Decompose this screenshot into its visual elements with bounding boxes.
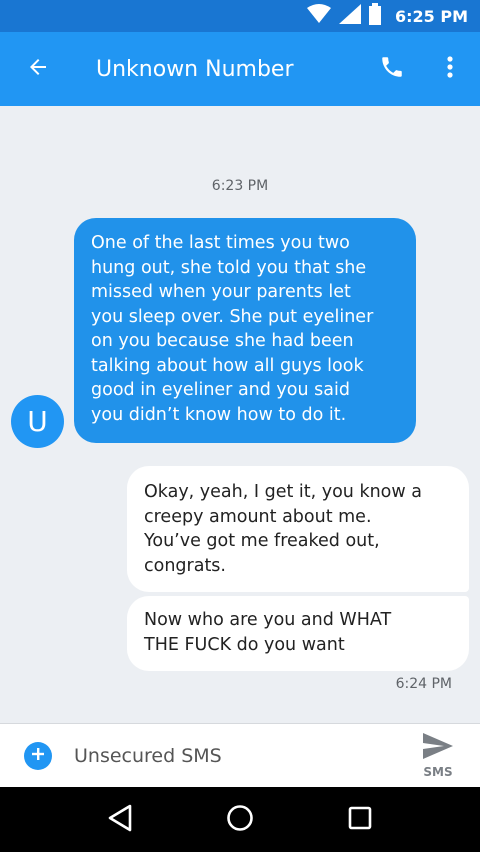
add-circle-icon: [30, 746, 46, 766]
send-button[interactable]: SMS: [408, 732, 468, 779]
contact-avatar[interactable]: U: [11, 395, 64, 448]
outgoing-message[interactable]: Now who are you and WHAT THE FUCK do you…: [127, 596, 469, 671]
status-time: 6:25 PM: [394, 6, 468, 26]
recents-square-icon: [348, 806, 372, 834]
signal-icon: [338, 4, 361, 28]
call-button[interactable]: [368, 45, 416, 93]
conversation-title: Unknown Number: [96, 56, 294, 82]
message-timestamp: 6:24 PM: [395, 676, 452, 692]
message-timestamp: 6:23 PM: [211, 178, 269, 194]
outgoing-message[interactable]: Okay, yeah, I get it, you know a creepy …: [127, 466, 469, 592]
app-bar: Unknown Number: [0, 32, 480, 106]
more-vert-icon: [446, 55, 454, 83]
nav-home-button[interactable]: [210, 795, 270, 845]
back-button[interactable]: [10, 41, 66, 97]
battery-icon: [368, 3, 381, 29]
incoming-message[interactable]: One of the last times you two hung out, …: [74, 218, 416, 443]
send-icon: [423, 732, 453, 763]
arrow-back-icon: [26, 55, 50, 83]
message-input[interactable]: [74, 744, 408, 767]
wifi-icon: [306, 4, 331, 28]
nav-recents-button[interactable]: [330, 795, 390, 845]
send-type-label: SMS: [423, 764, 453, 779]
conversation-list[interactable]: 6:23 PM One of the last times you two hu…: [0, 106, 480, 723]
nav-back-button[interactable]: [90, 795, 150, 845]
more-options-button[interactable]: [426, 45, 474, 93]
back-triangle-icon: [107, 804, 133, 836]
home-circle-icon: [226, 804, 254, 836]
message-composer: SMS: [0, 723, 480, 787]
phone-icon: [379, 54, 405, 84]
navigation-bar: [0, 787, 480, 852]
status-bar: 6:25 PM: [0, 0, 480, 32]
attach-button[interactable]: [24, 741, 52, 770]
